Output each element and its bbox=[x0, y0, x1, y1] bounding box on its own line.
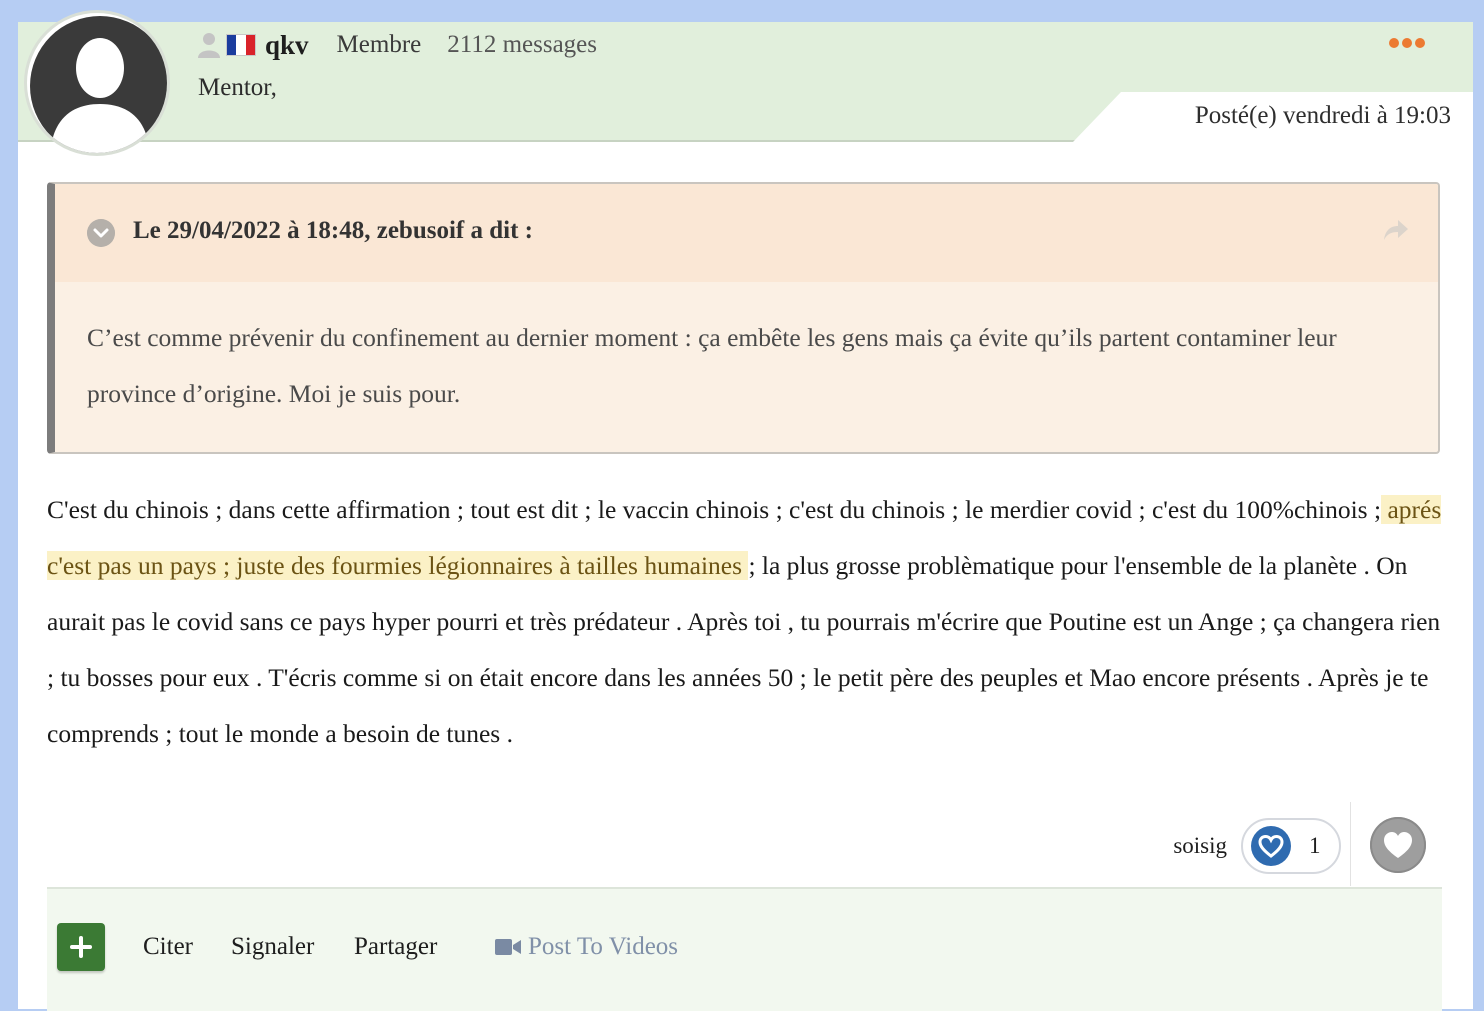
quote-button[interactable]: Citer bbox=[143, 933, 193, 961]
user-icon bbox=[198, 33, 220, 58]
forum-post: qkv Membre 2112 messages Mentor, Posté(e… bbox=[18, 10, 1473, 1011]
quote-title: Le 29/04/2022 à 18:48, zebusoif a dit : bbox=[133, 217, 533, 244]
reactions-bar: soisig 1 bbox=[1173, 817, 1341, 875]
post-content: C'est du chinois ; dans cette affirmatio… bbox=[47, 482, 1442, 762]
ellipsis-icon[interactable] bbox=[1389, 38, 1425, 48]
author-line: qkv Membre 2112 messages bbox=[198, 28, 597, 62]
reactor-name[interactable]: soisig bbox=[1173, 833, 1227, 859]
video-camera-icon bbox=[495, 939, 521, 955]
divider bbox=[1350, 802, 1351, 886]
quote-header: Le 29/04/2022 à 18:48, zebusoif a dit : bbox=[55, 184, 1438, 282]
share-button[interactable]: Partager bbox=[354, 933, 437, 961]
quote-text: C’est comme prévenir du confinement au d… bbox=[87, 323, 1337, 408]
post-timestamp[interactable]: Posté(e) vendredi à 19:03 bbox=[1195, 102, 1451, 130]
author-role: Membre bbox=[336, 31, 422, 58]
author-username[interactable]: qkv bbox=[265, 30, 309, 61]
france-flag-icon bbox=[226, 34, 256, 56]
post-to-videos-label: Post To Videos bbox=[528, 933, 679, 960]
author-title: Mentor, bbox=[198, 74, 277, 101]
author-message-count: 2112 messages bbox=[447, 31, 597, 58]
post-text: C'est du chinois ; dans cette affirmatio… bbox=[47, 495, 1382, 524]
reaction-count: 1 bbox=[1309, 833, 1321, 858]
add-button[interactable] bbox=[57, 923, 105, 971]
reaction-count-pill[interactable]: 1 bbox=[1241, 818, 1341, 874]
report-button[interactable]: Signaler bbox=[231, 933, 314, 961]
post-header: qkv Membre 2112 messages Mentor, Posté(e… bbox=[18, 22, 1473, 142]
avatar[interactable] bbox=[24, 10, 170, 156]
default-avatar-icon bbox=[30, 16, 167, 153]
share-arrow-icon[interactable] bbox=[1382, 218, 1410, 242]
chevron-down-icon[interactable] bbox=[87, 219, 115, 247]
post-to-videos-link[interactable]: Post To Videos bbox=[495, 933, 678, 961]
post-footer: Citer Signaler Partager Post To Videos bbox=[47, 887, 1442, 1011]
quote-block: Le 29/04/2022 à 18:48, zebusoif a dit : … bbox=[47, 182, 1440, 454]
like-button[interactable] bbox=[1370, 817, 1426, 873]
heart-icon bbox=[1384, 832, 1412, 858]
post-text-continued: ; la plus grosse problèmatique pour l'en… bbox=[47, 551, 1441, 748]
heart-icon bbox=[1251, 826, 1291, 866]
